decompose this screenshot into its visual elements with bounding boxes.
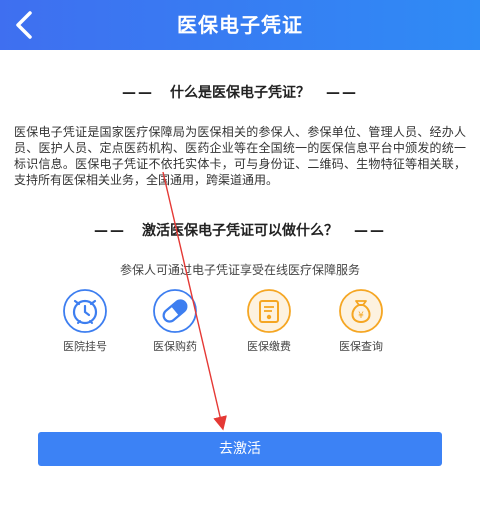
heading-dash-left: —— [94, 223, 126, 239]
heading-text: 什么是医保电子凭证？ [170, 85, 310, 101]
service-label: 医保查询 [339, 340, 383, 353]
service-label: 医院挂号 [63, 340, 107, 353]
svg-text:¥: ¥ [358, 311, 364, 321]
service-label: 医保缴费 [247, 340, 291, 353]
service-label: 医保购药 [153, 340, 197, 353]
heading-dash-right: —— [354, 223, 386, 239]
activate-button[interactable]: 去激活 [38, 432, 442, 466]
section-heading-what-is: —— 什么是医保电子凭证？ —— [0, 82, 480, 102]
alarm-clock-icon [63, 289, 107, 333]
service-item-buy-medicine[interactable]: 医保购药 [130, 288, 220, 354]
service-item-payment[interactable]: 医保缴费 [224, 288, 314, 354]
page-title: 医保电子凭证 [177, 13, 303, 37]
annotation-arrow [162, 171, 227, 431]
top-bar: 医保电子凭证 [0, 0, 480, 50]
money-bag-icon: ¥ [339, 289, 383, 333]
pill-capsule-icon [153, 289, 197, 333]
service-item-query[interactable]: ¥ 医保查询 [316, 288, 406, 354]
service-item-hospital-registration[interactable]: 医院挂号 [40, 288, 130, 354]
heading-dash-left: —— [122, 85, 154, 101]
service-grid: 医院挂号 医保购药 医保缴费 ¥ 医保查询 [0, 288, 480, 358]
services-subtitle: 参保人可通过电子凭证享受在线医疗保障服务 [119, 263, 360, 277]
heading-text: 激活医保电子凭证可以做什么？ [142, 223, 338, 239]
intro-paragraph: 医保电子凭证是国家医疗保障局为医保相关的参保人、参保单位、管理人员、经办人员、医… [14, 125, 466, 187]
section-heading-what-can-do: —— 激活医保电子凭证可以做什么？ —— [0, 220, 480, 240]
heading-dash-right: —— [326, 85, 358, 101]
payment-card-icon [247, 289, 291, 333]
